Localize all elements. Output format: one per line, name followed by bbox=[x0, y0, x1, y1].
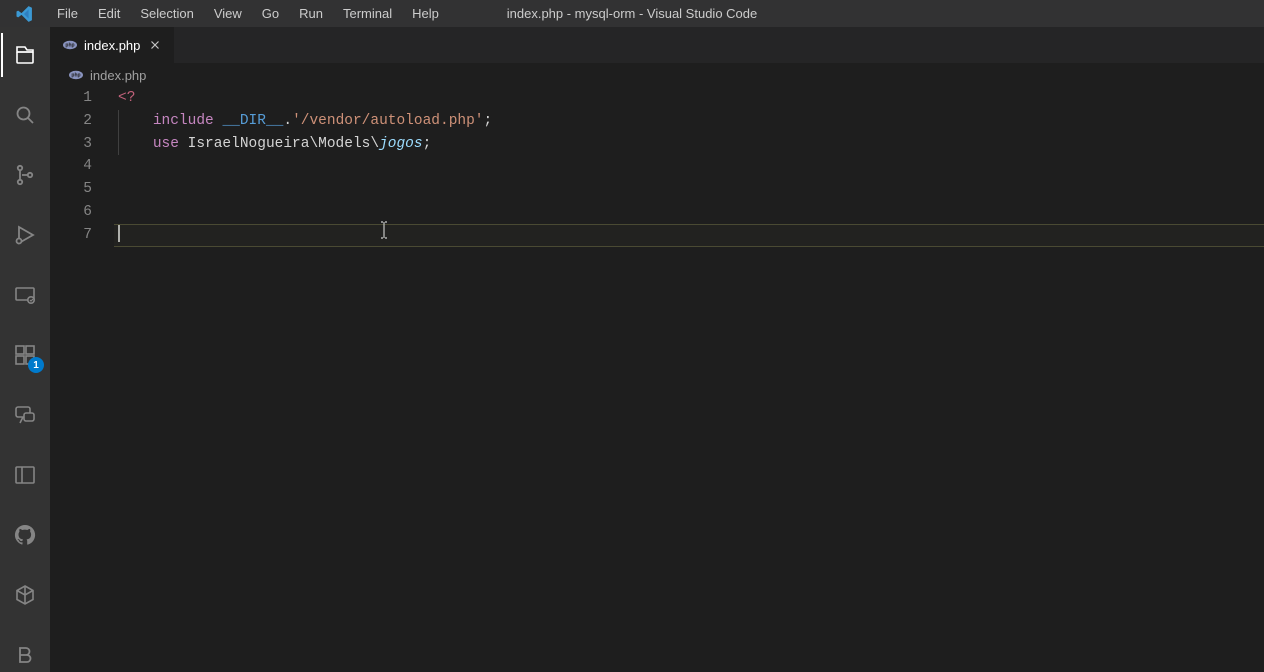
vscode-logo-icon bbox=[0, 4, 48, 24]
code-line[interactable] bbox=[118, 178, 1264, 201]
breadcrumbs[interactable]: php index.php bbox=[50, 63, 1264, 87]
menu-items: FileEditSelectionViewGoRunTerminalHelp bbox=[48, 0, 448, 27]
code-line[interactable]: <? bbox=[118, 87, 1264, 110]
code-line[interactable] bbox=[118, 155, 1264, 178]
github-icon[interactable] bbox=[1, 513, 49, 557]
breadcrumb-segment[interactable]: index.php bbox=[90, 68, 146, 83]
svg-text:php: php bbox=[71, 73, 80, 79]
line-number: 5 bbox=[50, 178, 92, 201]
code-line[interactable] bbox=[118, 201, 1264, 224]
menu-item-run[interactable]: Run bbox=[290, 0, 332, 27]
code-line[interactable] bbox=[118, 224, 1264, 247]
source-control-icon[interactable] bbox=[1, 153, 49, 197]
code-line[interactable]: use IsraelNogueira\Models\jogos; bbox=[118, 133, 1264, 156]
tab-index-php[interactable]: php index.php bbox=[50, 27, 175, 63]
workbench-body: 1 php index.php php index.php bbox=[0, 27, 1264, 672]
extensions-icon[interactable]: 1 bbox=[1, 333, 49, 377]
line-number: 6 bbox=[50, 201, 92, 224]
tab-label: index.php bbox=[84, 38, 140, 53]
tab-bar: php index.php bbox=[50, 27, 1264, 63]
php-file-icon: php bbox=[68, 67, 84, 83]
remote-explorer-icon[interactable] bbox=[1, 273, 49, 317]
menu-item-edit[interactable]: Edit bbox=[89, 0, 129, 27]
menu-item-terminal[interactable]: Terminal bbox=[334, 0, 401, 27]
search-icon[interactable] bbox=[1, 93, 49, 137]
app-window: FileEditSelectionViewGoRunTerminalHelp i… bbox=[0, 0, 1264, 672]
svg-text:php: php bbox=[65, 43, 74, 49]
menu-item-selection[interactable]: Selection bbox=[131, 0, 202, 27]
bold-icon[interactable] bbox=[1, 633, 49, 672]
menu-bar: FileEditSelectionViewGoRunTerminalHelp i… bbox=[0, 0, 1264, 27]
editor-content[interactable]: <? include __DIR__.'/vendor/autoload.php… bbox=[118, 87, 1264, 672]
editor-group: php index.php php index.php 1234567 <? i… bbox=[50, 27, 1264, 672]
tab-close-button[interactable] bbox=[146, 36, 164, 54]
code-editor[interactable]: 1234567 <? include __DIR__.'/vendor/auto… bbox=[50, 87, 1264, 672]
line-number: 3 bbox=[50, 133, 92, 156]
chat-icon[interactable] bbox=[1, 393, 49, 437]
explorer-icon[interactable] bbox=[1, 33, 49, 77]
line-number-gutter: 1234567 bbox=[50, 87, 118, 672]
menu-item-view[interactable]: View bbox=[205, 0, 251, 27]
cube-icon[interactable] bbox=[1, 573, 49, 617]
window-toggle-icon[interactable] bbox=[1, 453, 49, 497]
run-debug-icon[interactable] bbox=[1, 213, 49, 257]
line-number: 1 bbox=[50, 87, 92, 110]
menu-item-go[interactable]: Go bbox=[253, 0, 288, 27]
activity-bar: 1 bbox=[0, 27, 50, 672]
line-number: 4 bbox=[50, 155, 92, 178]
badge-count: 1 bbox=[28, 357, 44, 373]
menu-item-help[interactable]: Help bbox=[403, 0, 448, 27]
line-number: 2 bbox=[50, 110, 92, 133]
window-title: index.php - mysql-orm - Visual Studio Co… bbox=[507, 6, 758, 21]
menu-item-file[interactable]: File bbox=[48, 0, 87, 27]
line-number: 7 bbox=[50, 224, 92, 247]
text-cursor bbox=[118, 224, 120, 242]
php-file-icon: php bbox=[62, 37, 78, 53]
code-line[interactable]: include __DIR__.'/vendor/autoload.php'; bbox=[118, 110, 1264, 133]
